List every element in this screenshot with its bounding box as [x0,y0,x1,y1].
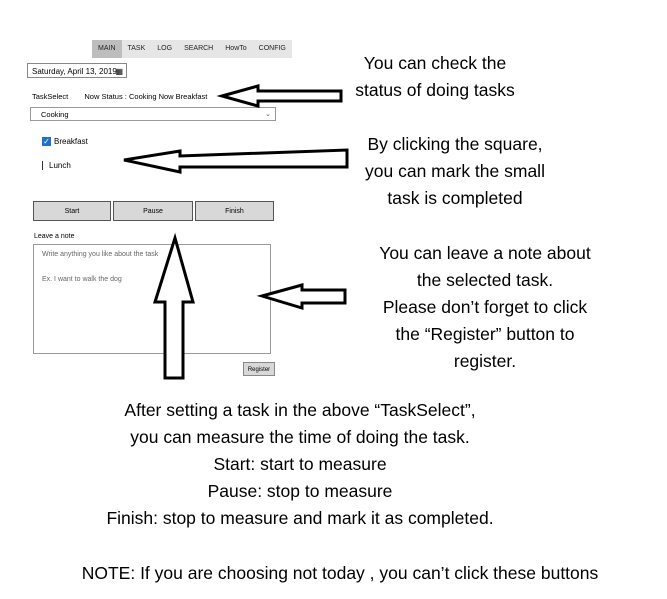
caption-line: Finish: stop to measure and mark it as c… [106,508,494,528]
caption-line: Start: start to measure [213,454,387,474]
caption-square: By clicking the square, you can mark the… [340,131,570,212]
caption-buttons: After setting a task in the above “TaskS… [60,397,540,532]
caption-line: the “Register” button to [395,324,575,344]
caption-line: the selected task. [416,270,554,290]
caption-notice: NOTE: If you are choosing not today , yo… [81,563,599,583]
caption-line: Pause: stop to measure [207,481,393,501]
arrow-left-icon [216,84,343,108]
caption-line: By clicking the square, [367,134,543,154]
arrow-up-icon [152,232,195,380]
caption-line: status of doing tasks [355,80,515,100]
caption-line: After setting a task in the above “TaskS… [124,400,476,420]
arrow-left-icon [256,283,347,311]
caption-line: you can mark the small [365,161,545,181]
caption-line: you can measure the time of doing the ta… [130,427,470,447]
caption-line: register. [453,351,517,371]
caption-line: You can check the [363,53,507,73]
caption-line: You can leave a note about [379,243,591,263]
caption-line: task is completed [387,188,523,208]
caption-status: You can check the status of doing tasks [340,50,530,104]
caption-line: Please don’t forget to click [382,297,588,317]
arrow-left-icon [123,148,349,174]
caption-note: You can leave a note about the selected … [352,240,618,375]
